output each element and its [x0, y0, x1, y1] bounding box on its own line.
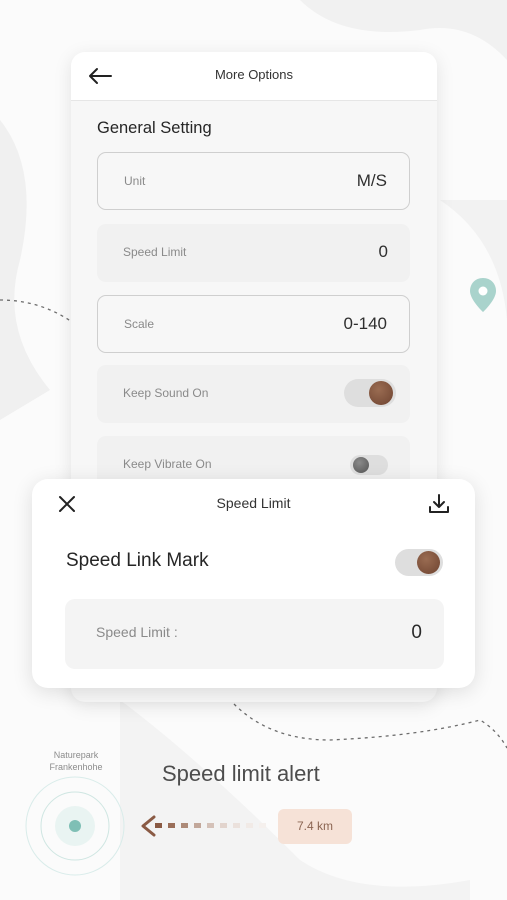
options-header: More Options: [71, 52, 437, 101]
speed-limit-label: Speed Limit: [123, 245, 187, 259]
speed-limit-sheet: Speed Limit Speed Link Mark Speed Limit …: [32, 479, 475, 688]
speed-limit-field-value: 0: [411, 622, 422, 643]
speed-limit-alert-title: Speed limit alert: [162, 761, 320, 786]
arrow-trail-icon: [141, 815, 266, 837]
speed-limit-field-label: Speed Limit :: [96, 624, 178, 640]
toggle-knob: [417, 551, 440, 574]
location-pin-icon: [470, 278, 496, 312]
toggle-knob: [369, 381, 393, 405]
keep-vibrate-label: Keep Vibrate On: [123, 457, 212, 471]
location-radar-icon: [25, 776, 125, 876]
speed-limit-field[interactable]: Speed Limit : 0: [65, 599, 444, 669]
scale-value: 0-140: [343, 314, 387, 333]
unit-label: Unit: [124, 174, 146, 188]
scale-row[interactable]: Scale 0-140: [97, 295, 410, 353]
distance-badge: 7.4 km: [278, 809, 352, 844]
speed-limit-row[interactable]: Speed Limit 0: [97, 224, 410, 282]
keep-sound-toggle[interactable]: [344, 379, 396, 407]
options-title: More Options: [214, 67, 294, 82]
keep-vibrate-toggle[interactable]: [350, 455, 388, 475]
unit-value: M/S: [356, 171, 387, 190]
keep-sound-row: Keep Sound On: [97, 365, 410, 423]
toggle-knob: [353, 457, 369, 473]
sheet-title: Speed Limit: [216, 495, 291, 511]
section-title: General Setting: [97, 119, 212, 137]
download-icon[interactable]: [427, 492, 451, 516]
speed-link-mark-label: Speed Link Mark: [66, 550, 209, 571]
park-name-label: Naturepark Frankenhohe: [49, 750, 103, 772]
unit-row[interactable]: Unit M/S: [97, 152, 410, 210]
speed-link-mark-toggle[interactable]: [395, 549, 443, 576]
speed-limit-value: 0: [378, 242, 388, 261]
keep-sound-label: Keep Sound On: [123, 386, 209, 400]
scale-label: Scale: [124, 317, 155, 331]
